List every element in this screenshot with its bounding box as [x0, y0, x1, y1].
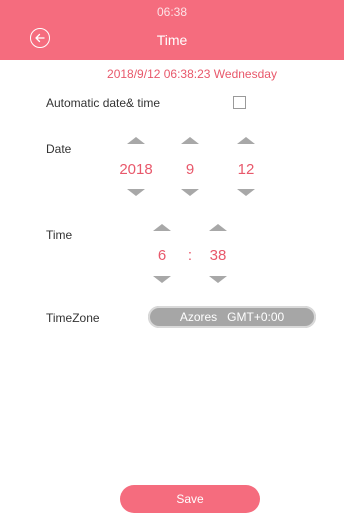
status-bar-time: 06:38 [156, 5, 188, 19]
month-down-arrow-icon[interactable] [181, 189, 199, 196]
year-up-arrow-icon[interactable] [127, 137, 145, 144]
hour-up-arrow-icon[interactable] [153, 224, 171, 231]
day-up-arrow-icon[interactable] [237, 137, 255, 144]
year-down-arrow-icon[interactable] [127, 189, 145, 196]
day-down-arrow-icon[interactable] [237, 189, 255, 196]
automatic-datetime-checkbox[interactable] [233, 96, 246, 109]
minute-down-arrow-icon[interactable] [209, 276, 227, 283]
hour-down-arrow-icon[interactable] [153, 276, 171, 283]
current-datetime: 2018/9/12 06:38:23 Wednesday [107, 67, 277, 81]
timezone-selector[interactable]: Azores GMT+0:00 [148, 306, 316, 328]
date-label: Date [46, 142, 72, 156]
time-label: Time [46, 228, 73, 242]
page-title: Time [156, 32, 188, 48]
automatic-datetime-label: Automatic date& time [46, 96, 161, 110]
year-value: 2018 [119, 161, 153, 178]
app-header: 06:38 Time [0, 0, 344, 60]
month-up-arrow-icon[interactable] [181, 137, 199, 144]
minute-up-arrow-icon[interactable] [209, 224, 227, 231]
save-button[interactable]: Save [120, 485, 260, 513]
minute-value: 38 [209, 247, 227, 264]
timezone-label: TimeZone [46, 311, 100, 325]
timezone-value: Azores GMT+0:00 [179, 310, 285, 324]
month-value: 9 [185, 161, 195, 178]
day-value: 12 [237, 161, 255, 178]
